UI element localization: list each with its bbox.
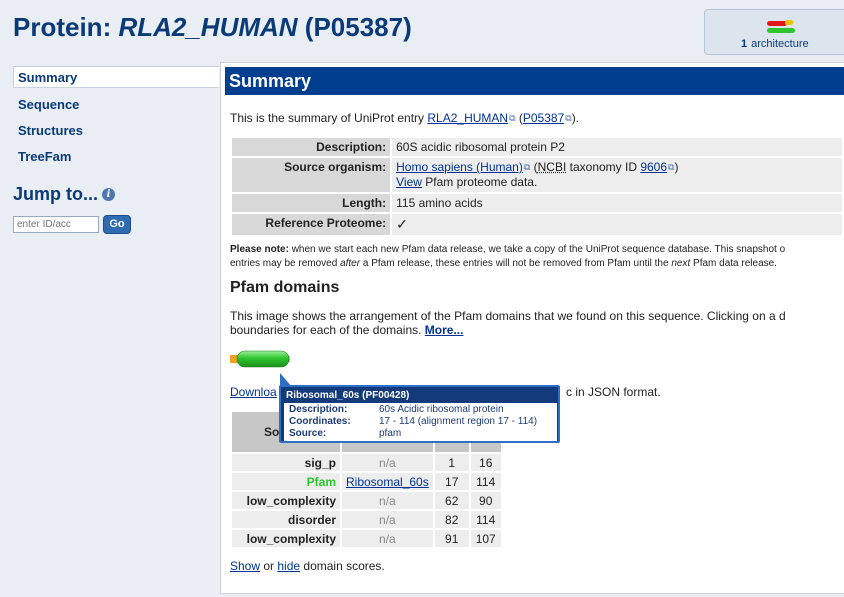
- start-cell: 82: [434, 511, 469, 528]
- table-row: low_complexity n/a 62 90: [232, 492, 501, 509]
- table-row: Description: 60S acidic ribosomal protei…: [232, 138, 842, 156]
- start-cell: 91: [434, 530, 469, 547]
- sidebar-item-structures[interactable]: Structures: [13, 119, 219, 141]
- summary-table: Description: 60S acidic ribosomal protei…: [230, 136, 844, 237]
- source-cell: Pfam: [232, 473, 340, 490]
- entry-cell: n/a: [342, 454, 433, 471]
- sidebar-item-sequence[interactable]: Sequence: [13, 93, 219, 115]
- table-row: low_complexity n/a 91 107: [232, 530, 501, 547]
- tooltip-row: Coordinates: 17 - 114 (alignment region 1…: [289, 416, 538, 427]
- summary-heading: Summary: [225, 67, 844, 95]
- release-note: Please note: when we start each new Pfam…: [230, 244, 786, 269]
- table-row: sig_p n/a 1 16: [232, 454, 501, 471]
- page-title: Protein: RLA2_HUMAN (P05387): [13, 12, 412, 42]
- tooltip-body: Description: 60s Acidic ribosomal protein…: [284, 403, 557, 441]
- uniprot-accession-link[interactable]: P05387: [523, 111, 564, 125]
- sidebar: Summary Sequence Structures TreeFam Jump…: [0, 62, 219, 597]
- jump-to-heading: Jump to... i: [13, 184, 115, 205]
- source-cell: disorder: [232, 511, 340, 528]
- table-row: Source organism: Homo sapiens (Human)⧉ (…: [232, 158, 842, 192]
- organism-link[interactable]: Homo sapiens (Human): [396, 160, 523, 174]
- hide-scores-link[interactable]: hide: [277, 559, 300, 573]
- info-icon[interactable]: i: [102, 188, 115, 201]
- length-value: 115 amino acids: [392, 194, 842, 212]
- taxonomy-id-link[interactable]: 9606: [640, 160, 667, 174]
- end-cell: 90: [470, 492, 501, 509]
- entry-cell: n/a: [342, 492, 433, 509]
- table-row: Pfam Ribosomal_60s 17 114: [232, 473, 501, 490]
- tooltip-row: Description: 60s Acidic ribosomal protein: [289, 404, 504, 415]
- page-header: Protein: RLA2_HUMAN (P05387) 1 architectu…: [0, 0, 844, 62]
- source-cell: low_complexity: [232, 492, 340, 509]
- view-proteome-link[interactable]: View: [396, 175, 422, 189]
- reference-proteome-label: Reference Proteome:: [232, 214, 391, 235]
- end-cell: 114: [470, 473, 501, 490]
- start-cell: 17: [434, 473, 469, 490]
- organism-value: Homo sapiens (Human)⧉ (NCBI taxonomy ID …: [392, 158, 842, 192]
- download-line: Downloa c in JSON format.: [230, 385, 661, 399]
- sidebar-item-treefam[interactable]: TreeFam: [13, 145, 219, 167]
- end-cell: 107: [470, 530, 501, 547]
- table-row: Reference Proteome: ✓: [232, 214, 842, 235]
- jump-input[interactable]: [13, 216, 99, 233]
- entry-cell: Ribosomal_60s: [342, 473, 433, 490]
- go-button[interactable]: Go: [103, 215, 131, 234]
- domain-graphic[interactable]: [229, 350, 291, 368]
- start-cell: 62: [434, 492, 469, 509]
- summary-intro: This is the summary of UniProt entry RLA…: [230, 111, 580, 125]
- download-link[interactable]: Downloa: [230, 385, 277, 399]
- architecture-label: 1 architecture: [741, 38, 809, 50]
- tooltip-title: Ribosomal_60s (PF00428): [286, 390, 410, 401]
- table-row: Length: 115 amino acids: [232, 194, 842, 212]
- end-cell: 114: [470, 511, 501, 528]
- end-cell: 16: [470, 454, 501, 471]
- length-label: Length:: [232, 194, 391, 212]
- architecture-tab[interactable]: 1 architecture: [704, 9, 844, 55]
- pfam-domains-heading: Pfam domains: [230, 279, 340, 296]
- pfam-description: This image shows the arrangement of the …: [230, 309, 786, 337]
- domain-tooltip: Ribosomal_60s (PF00428) Description: 60s …: [279, 385, 560, 443]
- description-label: Description:: [232, 138, 391, 156]
- check-icon: ✓: [392, 214, 842, 235]
- organism-label: Source organism:: [232, 158, 391, 192]
- sidebar-item-summary[interactable]: Summary: [13, 66, 219, 88]
- ribosomal-60s-link[interactable]: Ribosomal_60s: [346, 475, 429, 489]
- ncbi-abbr: NCBI: [537, 160, 567, 174]
- domain-scores-toggle: Show or hide domain scores.: [230, 559, 385, 573]
- description-value: 60S acidic ribosomal protein P2: [392, 138, 842, 156]
- show-scores-link[interactable]: Show: [230, 559, 260, 573]
- entry-cell: n/a: [342, 530, 433, 547]
- main-content: Summary This is the summary of UniProt e…: [220, 62, 844, 594]
- uniprot-entry-link[interactable]: RLA2_HUMAN: [427, 111, 508, 125]
- more-link[interactable]: More...: [425, 323, 464, 337]
- entry-cell: n/a: [342, 511, 433, 528]
- tooltip-row: Source: pfam: [289, 428, 402, 439]
- source-cell: sig_p: [232, 454, 340, 471]
- architecture-icon: [767, 20, 795, 33]
- source-cell: low_complexity: [232, 530, 340, 547]
- table-row: disorder n/a 82 114: [232, 511, 501, 528]
- start-cell: 1: [434, 454, 469, 471]
